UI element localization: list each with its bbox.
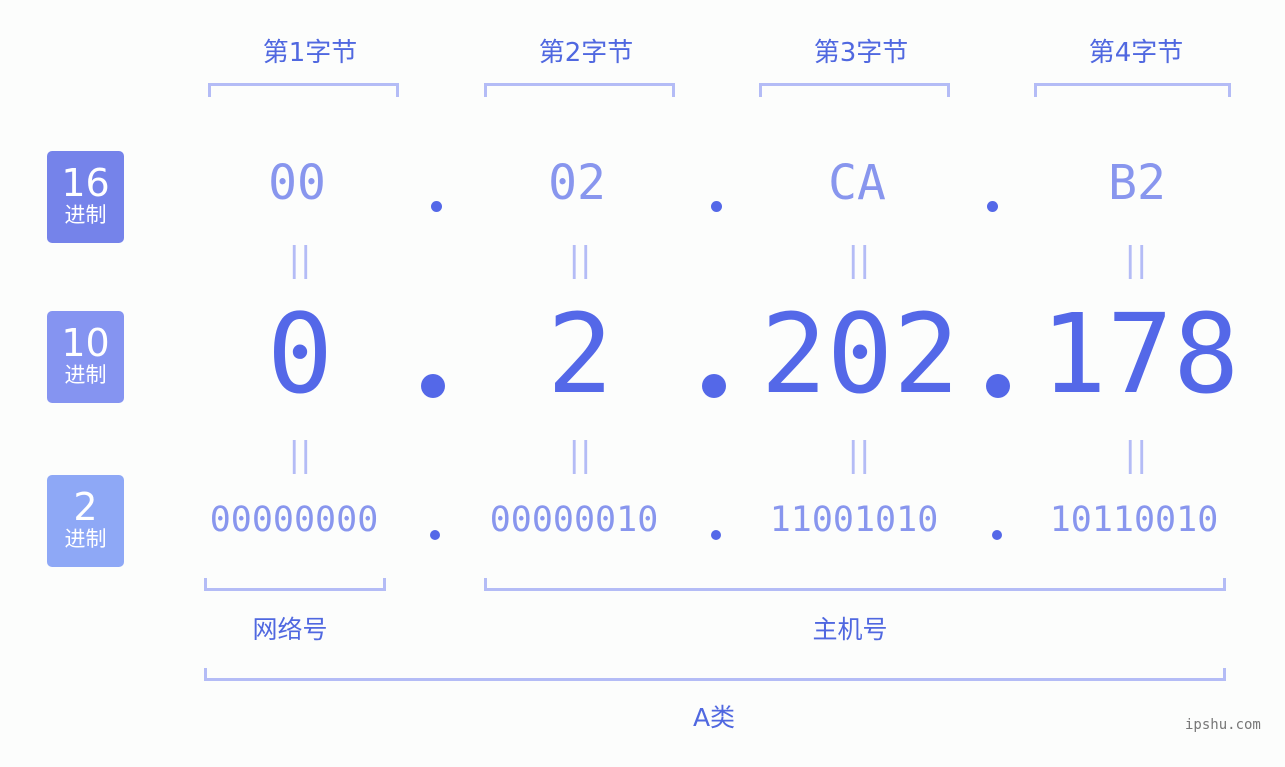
byte-2-title: 第2字节: [538, 38, 634, 68]
binary-byte-2: 00000010: [489, 500, 659, 540]
watermark: ipshu.com: [1185, 717, 1261, 733]
equals-sign: ||: [1124, 435, 1148, 475]
binary-separator-dot: [992, 530, 1002, 540]
byte-4-title: 第4字节: [1088, 38, 1184, 68]
binary-badge-label: 进制: [64, 527, 107, 551]
decimal-byte-2: 2: [546, 290, 614, 418]
hex-byte-3: CA: [828, 155, 886, 211]
hex-badge-number: 16: [61, 161, 110, 205]
hex-separator-dot: [431, 201, 442, 212]
equals-sign: ||: [847, 435, 871, 475]
hex-byte-4: B2: [1108, 155, 1166, 211]
decimal-byte-4: 178: [1040, 290, 1240, 418]
network-label: 网络号: [252, 615, 328, 644]
decimal-badge-number: 10: [61, 321, 110, 365]
byte-2-bracket: [484, 83, 675, 97]
binary-byte-1: 00000000: [209, 500, 379, 540]
equals-sign: ||: [288, 435, 312, 475]
network-part-bracket: [204, 578, 386, 591]
hex-badge: 16 进制: [47, 151, 124, 243]
byte-3-title: 第3字节: [813, 38, 909, 68]
byte-4-bracket: [1034, 83, 1231, 97]
binary-byte-3: 11001010: [769, 500, 939, 540]
binary-separator-dot: [711, 530, 721, 540]
equals-sign: ||: [288, 240, 312, 280]
decimal-separator-dot: [702, 374, 726, 398]
decimal-byte-3: 202: [760, 290, 960, 418]
decimal-byte-1: 0: [266, 290, 334, 418]
hex-byte-2: 02: [548, 155, 606, 211]
host-part-bracket: [484, 578, 1226, 591]
binary-separator-dot: [430, 530, 440, 540]
equals-sign: ||: [568, 435, 592, 475]
binary-badge: 2 进制: [47, 475, 124, 567]
hex-separator-dot: [711, 201, 722, 212]
decimal-badge: 10 进制: [47, 311, 124, 403]
byte-3-bracket: [759, 83, 950, 97]
decimal-separator-dot: [421, 374, 445, 398]
decimal-separator-dot: [986, 374, 1010, 398]
host-label: 主机号: [812, 615, 888, 644]
hex-separator-dot: [987, 201, 998, 212]
decimal-badge-label: 进制: [64, 363, 107, 387]
class-bracket: [204, 668, 1226, 681]
hex-badge-label: 进制: [64, 203, 107, 227]
byte-1-bracket: [208, 83, 399, 97]
equals-sign: ||: [847, 240, 871, 280]
equals-sign: ||: [568, 240, 592, 280]
hex-byte-1: 00: [268, 155, 326, 211]
binary-byte-4: 10110010: [1049, 500, 1219, 540]
binary-badge-number: 2: [73, 485, 98, 529]
byte-1-title: 第1字节: [262, 38, 358, 68]
equals-sign: ||: [1124, 240, 1148, 280]
class-label: A类: [692, 703, 736, 732]
